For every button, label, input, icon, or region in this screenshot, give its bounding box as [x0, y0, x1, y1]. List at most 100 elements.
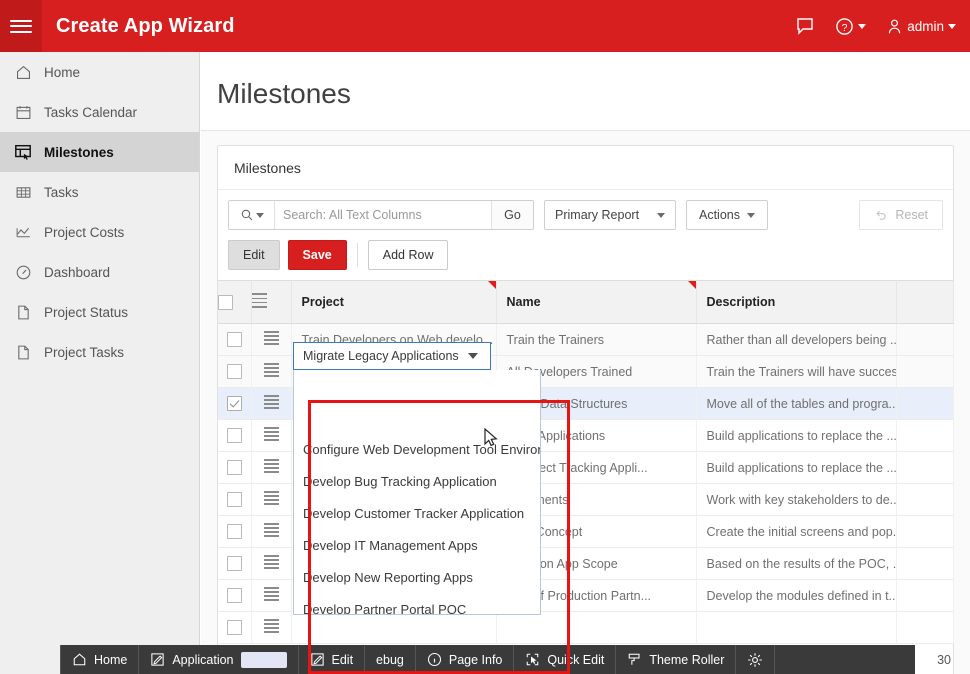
cell-description[interactable]: Rather than all developers being ... — [696, 323, 897, 356]
drag-handle-icon[interactable] — [263, 392, 279, 411]
dropdown-option[interactable]: Develop Bug Tracking Application — [294, 466, 540, 498]
row-checkbox[interactable] — [226, 588, 242, 604]
row-checkbox[interactable] — [226, 428, 242, 444]
dropdown-option[interactable]: Configure Web Development Tool Environme… — [294, 434, 540, 466]
sidebar-item-project-tasks[interactable]: Project Tasks — [0, 332, 199, 372]
help-menu[interactable]: ? — [835, 17, 867, 36]
dropdown-option[interactable] — [294, 370, 540, 402]
dropdown-option[interactable]: Develop Customer Tracker Application — [294, 498, 540, 530]
actions-button[interactable]: Actions — [686, 200, 768, 230]
column-header-project[interactable]: Project — [291, 280, 497, 324]
row-checkbox-cell[interactable] — [218, 355, 252, 388]
drag-handle-icon[interactable] — [263, 488, 279, 507]
row-checkbox-cell[interactable] — [218, 419, 252, 452]
row-checkbox-cell[interactable] — [218, 515, 252, 548]
search-column-selector[interactable] — [229, 201, 275, 229]
row-checkbox[interactable] — [226, 556, 242, 572]
project-select-control[interactable]: Migrate Legacy Applications — [293, 342, 491, 370]
row-handle-cell[interactable] — [251, 323, 292, 356]
save-button[interactable]: Save — [287, 240, 347, 270]
cell-description[interactable]: Based on the results of the POC, ... — [696, 547, 897, 580]
devbar-quick-edit[interactable]: Quick Edit — [514, 645, 617, 674]
user-menu[interactable]: admin — [886, 18, 956, 35]
row-checkbox[interactable] — [226, 460, 242, 476]
edit-button[interactable]: Edit — [228, 240, 280, 270]
dropdown-option[interactable]: Develop IT Management Apps — [294, 530, 540, 562]
drag-handle-icon[interactable] — [263, 616, 279, 635]
cell-description[interactable]: Develop the modules defined in t... — [696, 579, 897, 612]
column-header-description[interactable]: Description — [696, 280, 897, 324]
row-checkbox-cell[interactable] — [218, 611, 252, 644]
sidebar-item-home[interactable]: Home — [0, 52, 199, 92]
drag-handle-icon[interactable] — [263, 424, 279, 443]
cell-description[interactable]: Work with key stakeholders to de... — [696, 483, 897, 516]
row-checkbox[interactable] — [226, 492, 242, 508]
hamburger-icon[interactable] — [0, 0, 42, 52]
cell-description[interactable] — [696, 611, 897, 644]
row-checkbox-cell[interactable] — [218, 451, 252, 484]
row-handle-cell[interactable] — [251, 579, 292, 612]
sidebar-item-dashboard[interactable]: Dashboard — [0, 252, 199, 292]
row-checkbox-cell[interactable] — [218, 323, 252, 356]
row-handle-cell[interactable] — [251, 387, 292, 420]
cell-name[interactable]: Train the Trainers — [496, 323, 697, 356]
row-checkbox[interactable] — [226, 396, 242, 412]
drag-handle-icon[interactable] — [263, 552, 279, 571]
row-handle-cell[interactable] — [251, 451, 292, 484]
go-button[interactable]: Go — [491, 201, 533, 229]
row-handle-cell[interactable] — [251, 483, 292, 516]
reset-button[interactable]: Reset — [859, 200, 943, 230]
comment-icon[interactable] — [795, 16, 815, 36]
devbar-settings[interactable] — [736, 645, 776, 674]
drag-handle-icon — [251, 291, 267, 310]
cell-project[interactable] — [291, 611, 497, 644]
devbar-application[interactable]: Application — [139, 645, 299, 674]
devbar-theme-roller[interactable]: Theme Roller — [616, 645, 737, 674]
drag-handle-icon[interactable] — [263, 360, 279, 379]
cell-name[interactable] — [496, 611, 697, 644]
project-select-dropdown[interactable]: Configure Web Development Tool Environme… — [293, 370, 541, 615]
devbar-debug[interactable]: ebug — [365, 645, 416, 674]
cell-description[interactable]: Create the initial screens and pop... — [696, 515, 897, 548]
cell-description[interactable]: Build applications to replace the ... — [696, 451, 897, 484]
row-checkbox-cell[interactable] — [218, 579, 252, 612]
cell-description[interactable]: Train the Trainers will have succes... — [696, 355, 897, 388]
drag-handle-icon[interactable] — [263, 456, 279, 475]
drag-handle-icon[interactable] — [263, 520, 279, 539]
search-input[interactable] — [275, 201, 491, 229]
row-checkbox-cell[interactable] — [218, 547, 252, 580]
add-row-button[interactable]: Add Row — [367, 240, 449, 270]
sidebar-item-tasks-calendar[interactable]: Tasks Calendar — [0, 92, 199, 132]
drag-handle-icon[interactable] — [263, 584, 279, 603]
row-checkbox-cell[interactable] — [218, 483, 252, 516]
row-handle-cell[interactable] — [251, 419, 292, 452]
row-checkbox[interactable] — [226, 332, 242, 348]
row-handle-cell[interactable] — [251, 515, 292, 548]
dropdown-option[interactable]: Develop Partner Portal POC — [294, 594, 540, 614]
row-checkbox-cell[interactable] — [218, 387, 252, 420]
cell-description[interactable]: Build applications to replace the ... — [696, 419, 897, 452]
report-select[interactable]: Primary Report — [544, 200, 676, 230]
sidebar-item-tasks[interactable]: Tasks — [0, 172, 199, 212]
row-checkbox[interactable] — [226, 524, 242, 540]
row-checkbox[interactable] — [226, 620, 242, 636]
column-header-name[interactable]: Name — [496, 280, 697, 324]
drag-handle-icon[interactable] — [263, 328, 279, 347]
select-all-checkbox[interactable] — [218, 294, 233, 310]
row-handle-cell[interactable] — [251, 547, 292, 580]
application-id-field[interactable] — [240, 651, 287, 668]
sidebar-item-project-costs[interactable]: Project Costs — [0, 212, 199, 252]
devbar-edit[interactable]: Edit — [299, 645, 366, 674]
sidebar-item-milestones[interactable]: Milestones — [0, 132, 199, 172]
table-row[interactable] — [218, 611, 954, 644]
dropdown-option[interactable] — [294, 402, 540, 434]
sidebar-item-project-status[interactable]: Project Status — [0, 292, 199, 332]
cell-description[interactable]: Move all of the tables and progra... — [696, 387, 897, 420]
row-handle-cell[interactable] — [251, 611, 292, 644]
row-checkbox[interactable] — [226, 364, 242, 380]
dropdown-option[interactable]: Develop New Reporting Apps — [294, 562, 540, 594]
devbar-page-info[interactable]: Page Info — [416, 645, 515, 674]
search-group: Go — [228, 200, 534, 230]
devbar-home[interactable]: Home — [60, 645, 140, 674]
row-handle-cell[interactable] — [251, 355, 292, 388]
